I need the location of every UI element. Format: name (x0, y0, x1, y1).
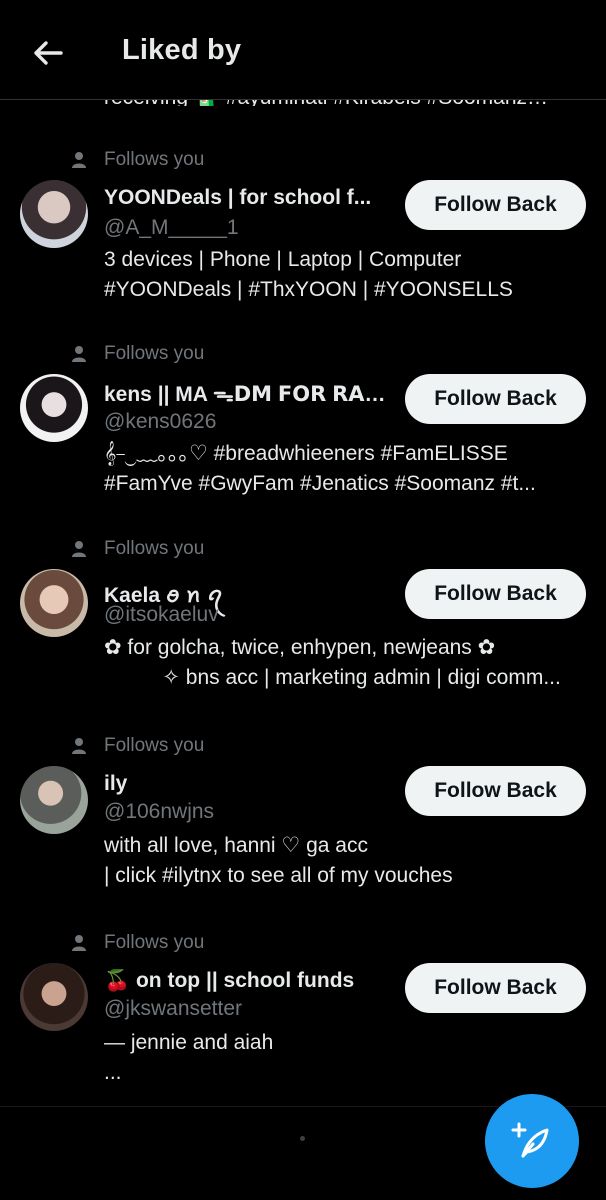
user-cell[interactable]: Follows you kens || MA ᯓ𝗗𝗠 𝗙𝗢𝗥 𝗥𝗔𝗧𝗘𝗦 ...… (0, 338, 606, 532)
follows-you-label: Follows you (104, 343, 205, 364)
top-bar: Liked by (0, 0, 606, 100)
compose-post-icon (511, 1122, 549, 1158)
bio-line: 3 devices | Phone | Laptop | Computer (104, 248, 462, 271)
bio-line: ✧ bns acc | marketing admin | digi comm.… (104, 666, 561, 689)
user-name[interactable]: YOONDeals | for school f... (104, 186, 394, 210)
page-indicator-dot (300, 1136, 305, 1141)
bio-line: 𝄞⎯⏝﹏｡｡｡♡ #breadwhieeners #FamELISSE (104, 442, 508, 465)
person-icon (70, 737, 88, 755)
follows-you-label: Follows you (104, 932, 205, 953)
person-icon (70, 345, 88, 363)
follows-you-row: Follows you (70, 932, 204, 954)
bio-line: — jennie and aiah (104, 1031, 274, 1054)
follows-you-label: Follows you (104, 149, 205, 170)
arrow-left-icon (34, 41, 63, 65)
user-cell[interactable]: Follows you ily @106nwjns with all love,… (0, 730, 606, 926)
user-cell[interactable]: Follows you 🍒 on top || school funds @jk… (0, 927, 606, 1107)
follows-you-label: Follows you (104, 538, 205, 559)
back-button[interactable] (28, 36, 68, 70)
follow-back-button[interactable]: Follow Back (405, 180, 586, 230)
user-handle: @jkswansetter (104, 997, 243, 1020)
follow-back-button[interactable]: Follow Back (405, 766, 586, 816)
avatar[interactable] (20, 766, 88, 834)
follows-you-row: Follows you (70, 149, 204, 171)
avatar[interactable] (20, 963, 88, 1031)
person-icon (70, 540, 88, 558)
person-icon (70, 151, 88, 169)
follows-you-row: Follows you (70, 538, 204, 560)
person-icon (70, 934, 88, 952)
user-handle: @A_M_____1 (104, 216, 239, 239)
bio-line: ✿ for golcha, twice, enhypen, newjeans ✿ (104, 636, 496, 659)
user-handle: @itsokaeluv (104, 603, 219, 626)
user-bio: with all love, hanni ♡ ga acc | click #i… (104, 831, 584, 891)
avatar[interactable] (20, 180, 88, 248)
page-title: Liked by (122, 34, 242, 66)
follows-you-row: Follows you (70, 735, 204, 757)
bio-line: #YOONDeals | #ThxYOON | #YOONSELLS (104, 278, 513, 301)
follow-back-button[interactable]: Follow Back (405, 963, 586, 1013)
follow-back-button[interactable]: Follow Back (405, 569, 586, 619)
bio-line: with all love, hanni ♡ ga acc (104, 834, 368, 857)
user-bio: 𝄞⎯⏝﹏｡｡｡♡ #breadwhieeners #FamELISSE #Fam… (104, 439, 584, 499)
user-cell[interactable]: Follows you YOONDeals | for school f... … (0, 144, 606, 338)
follows-you-row: Follows you (70, 343, 204, 365)
user-name[interactable]: ily (104, 772, 394, 796)
follows-you-label: Follows you (104, 735, 205, 756)
user-name[interactable]: 🍒 on top || school funds (104, 969, 394, 993)
avatar[interactable] (20, 374, 88, 442)
bio-line: | click #ilytnx to see all of my vouches (104, 864, 453, 887)
follow-back-button[interactable]: Follow Back (405, 374, 586, 424)
user-bio: — jennie and aiah ... (104, 1028, 584, 1088)
user-handle: @106nwjns (104, 800, 215, 823)
user-handle: @kens0626 (104, 410, 217, 433)
compose-button[interactable] (485, 1094, 579, 1188)
user-bio: 3 devices | Phone | Laptop | Computer #Y… (104, 245, 584, 305)
avatar[interactable] (20, 569, 88, 637)
user-cell[interactable]: Follows you Kaela ꪮ ꪀ ꪖ @itsokaeluv ✿ fo… (0, 533, 606, 729)
user-bio: ✿ for golcha, twice, enhypen, newjeans ✿… (104, 633, 584, 693)
bio-line: #FamYve #GwyFam #Jenatics #Soomanz #t... (104, 472, 536, 495)
bio-line: ... (104, 1061, 122, 1084)
user-name[interactable]: kens || MA ᯓ𝗗𝗠 𝗙𝗢𝗥 𝗥𝗔𝗧𝗘𝗦 ... (104, 380, 394, 408)
